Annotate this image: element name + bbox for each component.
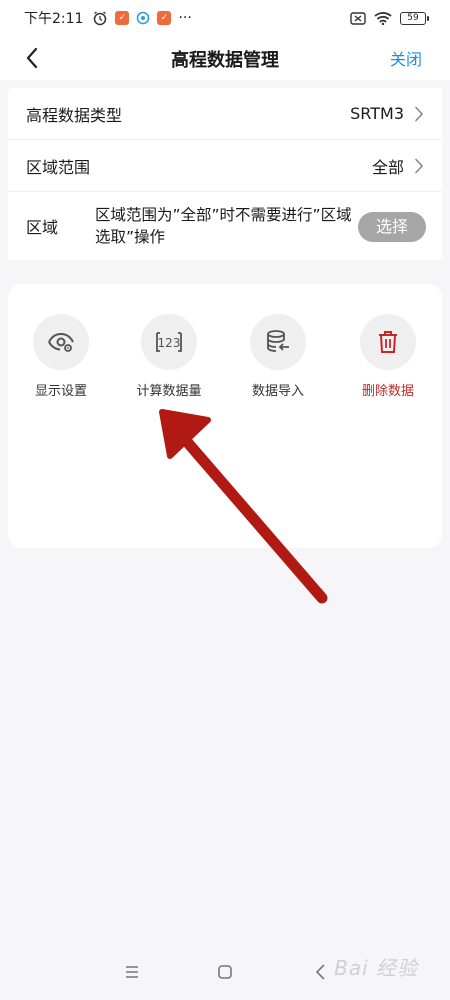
region-row: 区域 区域范围为”全部”时不需要进行”区域选取”操作 选择 — [8, 192, 442, 260]
home-button[interactable] — [215, 962, 235, 982]
home-square-icon — [218, 965, 232, 979]
menu-icon — [126, 966, 138, 978]
status-time: 下午2:11 — [24, 11, 84, 27]
wifi-icon — [374, 11, 392, 25]
import-data-action[interactable]: 数据导入 — [228, 314, 328, 399]
region-label: 区域 — [26, 218, 59, 237]
calculate-data-button[interactable]: 123 — [141, 314, 197, 370]
app-notification-icon: ✓ — [115, 11, 130, 25]
region-range-row[interactable]: 区域范围 全部 — [8, 140, 442, 192]
app-notification-icon-2: ✓ — [157, 11, 172, 25]
count-123-icon: 123 — [156, 332, 182, 352]
watermark: Bai 经验 — [334, 956, 418, 980]
page-title: 高程数据管理 — [171, 50, 279, 71]
delete-data-action[interactable]: 删除数据 — [338, 314, 438, 399]
calculate-data-action[interactable]: 123 计算数据量 — [119, 314, 219, 399]
display-settings-label: 显示设置 — [34, 384, 87, 399]
region-range-value: 全部 — [371, 157, 404, 177]
sync-app-icon — [136, 11, 150, 25]
battery-indicator: 59 — [400, 11, 429, 25]
display-settings-action[interactable]: 显示设置 — [11, 314, 111, 399]
import-data-label: 数据导入 — [251, 384, 304, 399]
region-range-label: 区域范围 — [26, 157, 91, 177]
trash-icon — [379, 331, 397, 353]
delete-data-button[interactable] — [360, 314, 416, 370]
back-triangle-icon — [315, 964, 325, 980]
alarm-icon — [92, 10, 108, 26]
system-back-button[interactable] — [310, 962, 330, 982]
sim-off-icon — [350, 11, 366, 25]
database-import-icon — [267, 330, 289, 352]
select-region-button[interactable]: 选择 — [358, 212, 426, 242]
status-left: 下午2:11 ✓ ✓ ··· — [24, 8, 192, 28]
elevation-type-label: 高程数据类型 — [26, 105, 123, 125]
display-settings-button[interactable] — [33, 314, 89, 370]
recent-apps-button[interactable] — [122, 962, 142, 982]
elevation-type-value: SRTM3 — [350, 104, 404, 123]
svg-text:123: 123 — [158, 336, 181, 350]
delete-data-label: 删除数据 — [361, 384, 414, 399]
close-button[interactable]: 关闭 — [390, 46, 422, 70]
elevation-type-row[interactable]: 高程数据类型 SRTM3 — [8, 88, 442, 140]
eye-settings-icon — [48, 332, 74, 352]
app-header: 高程数据管理 关闭 — [0, 36, 450, 80]
chevron-right-icon — [414, 158, 424, 174]
more-notifications-icon: ··· — [178, 10, 192, 26]
import-data-button[interactable] — [250, 314, 306, 370]
chevron-right-icon — [414, 106, 424, 122]
settings-card: 高程数据类型 SRTM3 区域范围 全部 区域 区域范围为”全部”时不需要进行”… — [8, 88, 442, 260]
status-right: 59 — [350, 11, 429, 25]
calculate-data-label: 计算数据量 — [136, 384, 202, 399]
status-bar: 下午2:11 ✓ ✓ ··· 59 — [0, 0, 450, 36]
region-hint: 区域范围为”全部”时不需要进行”区域选取”操作 — [95, 206, 352, 246]
actions-card: 显示设置 123 计算数据量 数据导入 删除数据 — [8, 284, 442, 548]
